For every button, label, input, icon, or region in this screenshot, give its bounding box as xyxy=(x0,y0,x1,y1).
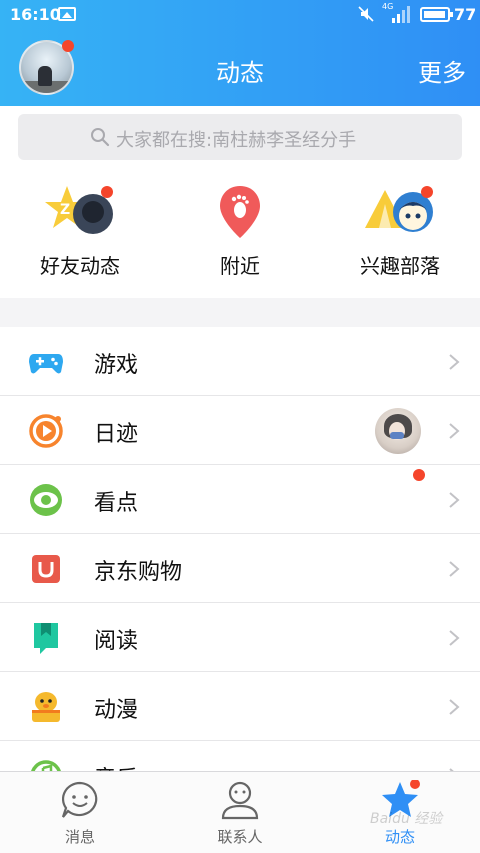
app-header: 16:10 4G 77 动态 更多 xyxy=(0,0,480,106)
shortcut-label: 好友动态 xyxy=(40,254,120,278)
list-item-label: 日迹 xyxy=(94,422,139,447)
anime-icon xyxy=(32,692,60,722)
search-icon xyxy=(91,128,110,147)
gamepad-icon xyxy=(29,354,63,374)
book-icon xyxy=(34,623,58,654)
chevron-right-icon xyxy=(449,492,460,508)
chevron-right-icon xyxy=(449,630,460,646)
tab-contacts[interactable]: 联系人 xyxy=(180,780,300,850)
friend-avatar xyxy=(375,408,421,454)
signal-icon: 4G xyxy=(382,2,410,24)
status-bar: 16:10 4G 77 xyxy=(0,0,480,30)
shortcut-grid: Z 好友动态 附近 兴趣部落 xyxy=(0,170,480,298)
more-button[interactable]: 更多 xyxy=(418,53,466,88)
list-item-label: 看点 xyxy=(94,491,139,516)
search-placeholder: 大家都在搜:南柱赫李圣经分手 xyxy=(116,130,357,151)
daily-trace-icon xyxy=(29,414,63,448)
shortcut-label: 附近 xyxy=(220,254,260,278)
avatar-badge-dot xyxy=(62,40,74,52)
list-item-game[interactable]: 游戏 xyxy=(0,327,480,396)
chevron-right-icon xyxy=(449,354,460,370)
list-item-label: 动漫 xyxy=(94,698,139,723)
chevron-right-icon xyxy=(449,561,460,577)
tab-messages[interactable]: 消息 xyxy=(20,780,140,850)
list-item-label: 游戏 xyxy=(94,353,139,378)
shortcut-friends-feed[interactable]: Z 好友动态 xyxy=(20,184,140,294)
tab-label: 联系人 xyxy=(217,828,263,846)
image-notification-icon xyxy=(58,7,76,21)
shortcut-tribe[interactable]: 兴趣部落 xyxy=(340,184,460,294)
feature-list: 游戏 日迹 看点 京东购物 阅读 动漫 xyxy=(0,327,480,810)
message-icon xyxy=(61,781,98,818)
list-item-daily-trace[interactable]: 日迹 xyxy=(0,396,480,481)
chevron-right-icon xyxy=(449,699,460,715)
eye-icon xyxy=(30,484,62,516)
chevron-right-icon xyxy=(449,423,460,439)
mute-icon xyxy=(358,6,374,22)
page-title: 动态 xyxy=(216,59,264,87)
list-item-reading[interactable]: 阅读 xyxy=(0,603,480,672)
shortcut-nearby[interactable]: 附近 xyxy=(180,184,300,294)
location-pin-icon xyxy=(220,186,260,238)
battery-icon xyxy=(420,7,453,22)
shopping-bag-icon xyxy=(32,555,60,583)
search-bar[interactable]: 大家都在搜:南柱赫李圣经分手 xyxy=(18,114,462,160)
friends-feed-icon: Z xyxy=(45,186,113,234)
watermark-text: Baidu 经验 xyxy=(370,811,443,827)
network-type: 4G xyxy=(382,2,394,11)
list-item-kandian[interactable]: 看点 xyxy=(0,465,480,534)
list-item-label: 阅读 xyxy=(94,629,139,654)
list-item-anime[interactable]: 动漫 xyxy=(0,672,480,741)
tribe-icon xyxy=(365,186,433,232)
list-item-label: 京东购物 xyxy=(94,560,183,585)
search-section: 大家都在搜:南柱赫李圣经分手 xyxy=(0,106,480,170)
list-item-jd-shopping[interactable]: 京东购物 xyxy=(0,534,480,603)
svg-text:Z: Z xyxy=(60,202,70,218)
tab-label: 动态 xyxy=(384,828,415,846)
tab-label: 消息 xyxy=(64,828,95,846)
battery-percent: 77 xyxy=(454,5,477,24)
contacts-icon xyxy=(221,781,259,820)
shortcut-label: 兴趣部落 xyxy=(360,254,440,278)
status-time: 16:10 xyxy=(10,5,61,24)
